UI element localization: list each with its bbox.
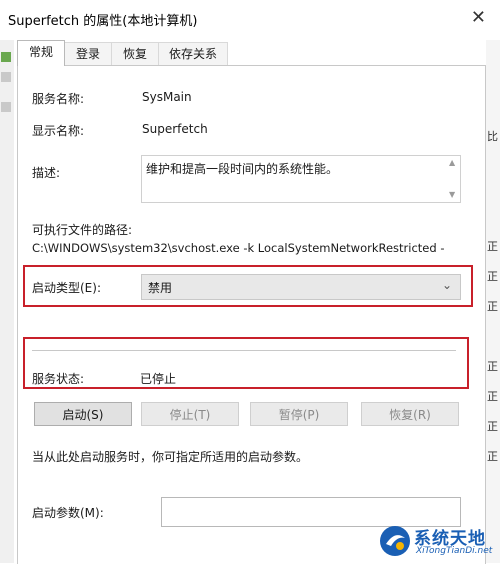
watermark-en: XiTongTianDi.net [416, 546, 493, 556]
service-name-value: SysMain [142, 90, 192, 104]
tab-dependencies[interactable]: 依存关系 [158, 42, 228, 65]
start-params-hint: 当从此处启动服务时，你可指定所适用的启动参数。 [32, 450, 309, 464]
scroll-up-icon[interactable]: ▲ [449, 158, 455, 167]
background-text: 正 [487, 300, 498, 313]
background-text: 正 [487, 240, 498, 253]
background-window-left [0, 40, 14, 563]
description-scrollbar[interactable]: ▲ ▼ [446, 156, 460, 202]
stop-button[interactable]: 停止(T) [141, 402, 239, 426]
background-text: 正 [487, 390, 498, 403]
background-text: 正 [487, 420, 498, 433]
title-bar: Superfetch 的属性(本地计算机) ✕ [0, 0, 500, 38]
display-name-value: Superfetch [142, 122, 208, 136]
description-box[interactable]: 维护和提高一段时间内的系统性能。 ▲ ▼ [141, 155, 461, 203]
background-icon [1, 102, 11, 112]
tab-logon[interactable]: 登录 [64, 42, 112, 65]
display-name-label: 显示名称: [32, 124, 85, 138]
background-text: 正 [487, 270, 498, 283]
description-label: 描述: [32, 166, 61, 180]
start-params-label: 启动参数(M): [32, 506, 104, 520]
scroll-down-icon[interactable]: ▼ [449, 190, 455, 199]
background-icon [1, 52, 11, 62]
tab-recovery[interactable]: 恢复 [111, 42, 159, 65]
tab-general[interactable]: 常规 [17, 40, 65, 66]
background-window-right: 比 正 正 正 正 正 正 正 [486, 40, 500, 563]
description-text: 维护和提高一段时间内的系统性能。 [146, 162, 339, 176]
close-icon[interactable]: ✕ [471, 7, 486, 28]
properties-dialog: 常规 登录 恢复 依存关系 服务名称: SysMain 显示名称: Superf… [14, 40, 486, 564]
resume-button[interactable]: 恢复(R) [361, 402, 459, 426]
exe-path-value: C:\WINDOWS\system32\svchost.exe -k Local… [32, 241, 445, 255]
service-status-highlight [23, 337, 469, 389]
tab-strip: 常规 登录 恢复 依存关系 [14, 40, 486, 66]
pause-button[interactable]: 暂停(P) [250, 402, 348, 426]
background-text: 比 [487, 130, 498, 143]
window-title: Superfetch 的属性(本地计算机) [8, 14, 198, 29]
service-name-label: 服务名称: [32, 92, 85, 106]
exe-path-label: 可执行文件的路径: [32, 223, 133, 237]
background-icon [1, 72, 11, 82]
background-text: 正 [487, 360, 498, 373]
general-panel: 服务名称: SysMain 显示名称: Superfetch 描述: 维护和提高… [17, 65, 486, 564]
watermark-logo: 系统天地 XiTongTianDi.net [378, 520, 500, 563]
background-text: 正 [487, 450, 498, 463]
logo-icon [380, 526, 410, 556]
start-button[interactable]: 启动(S) [34, 402, 132, 426]
startup-type-highlight [23, 265, 473, 307]
